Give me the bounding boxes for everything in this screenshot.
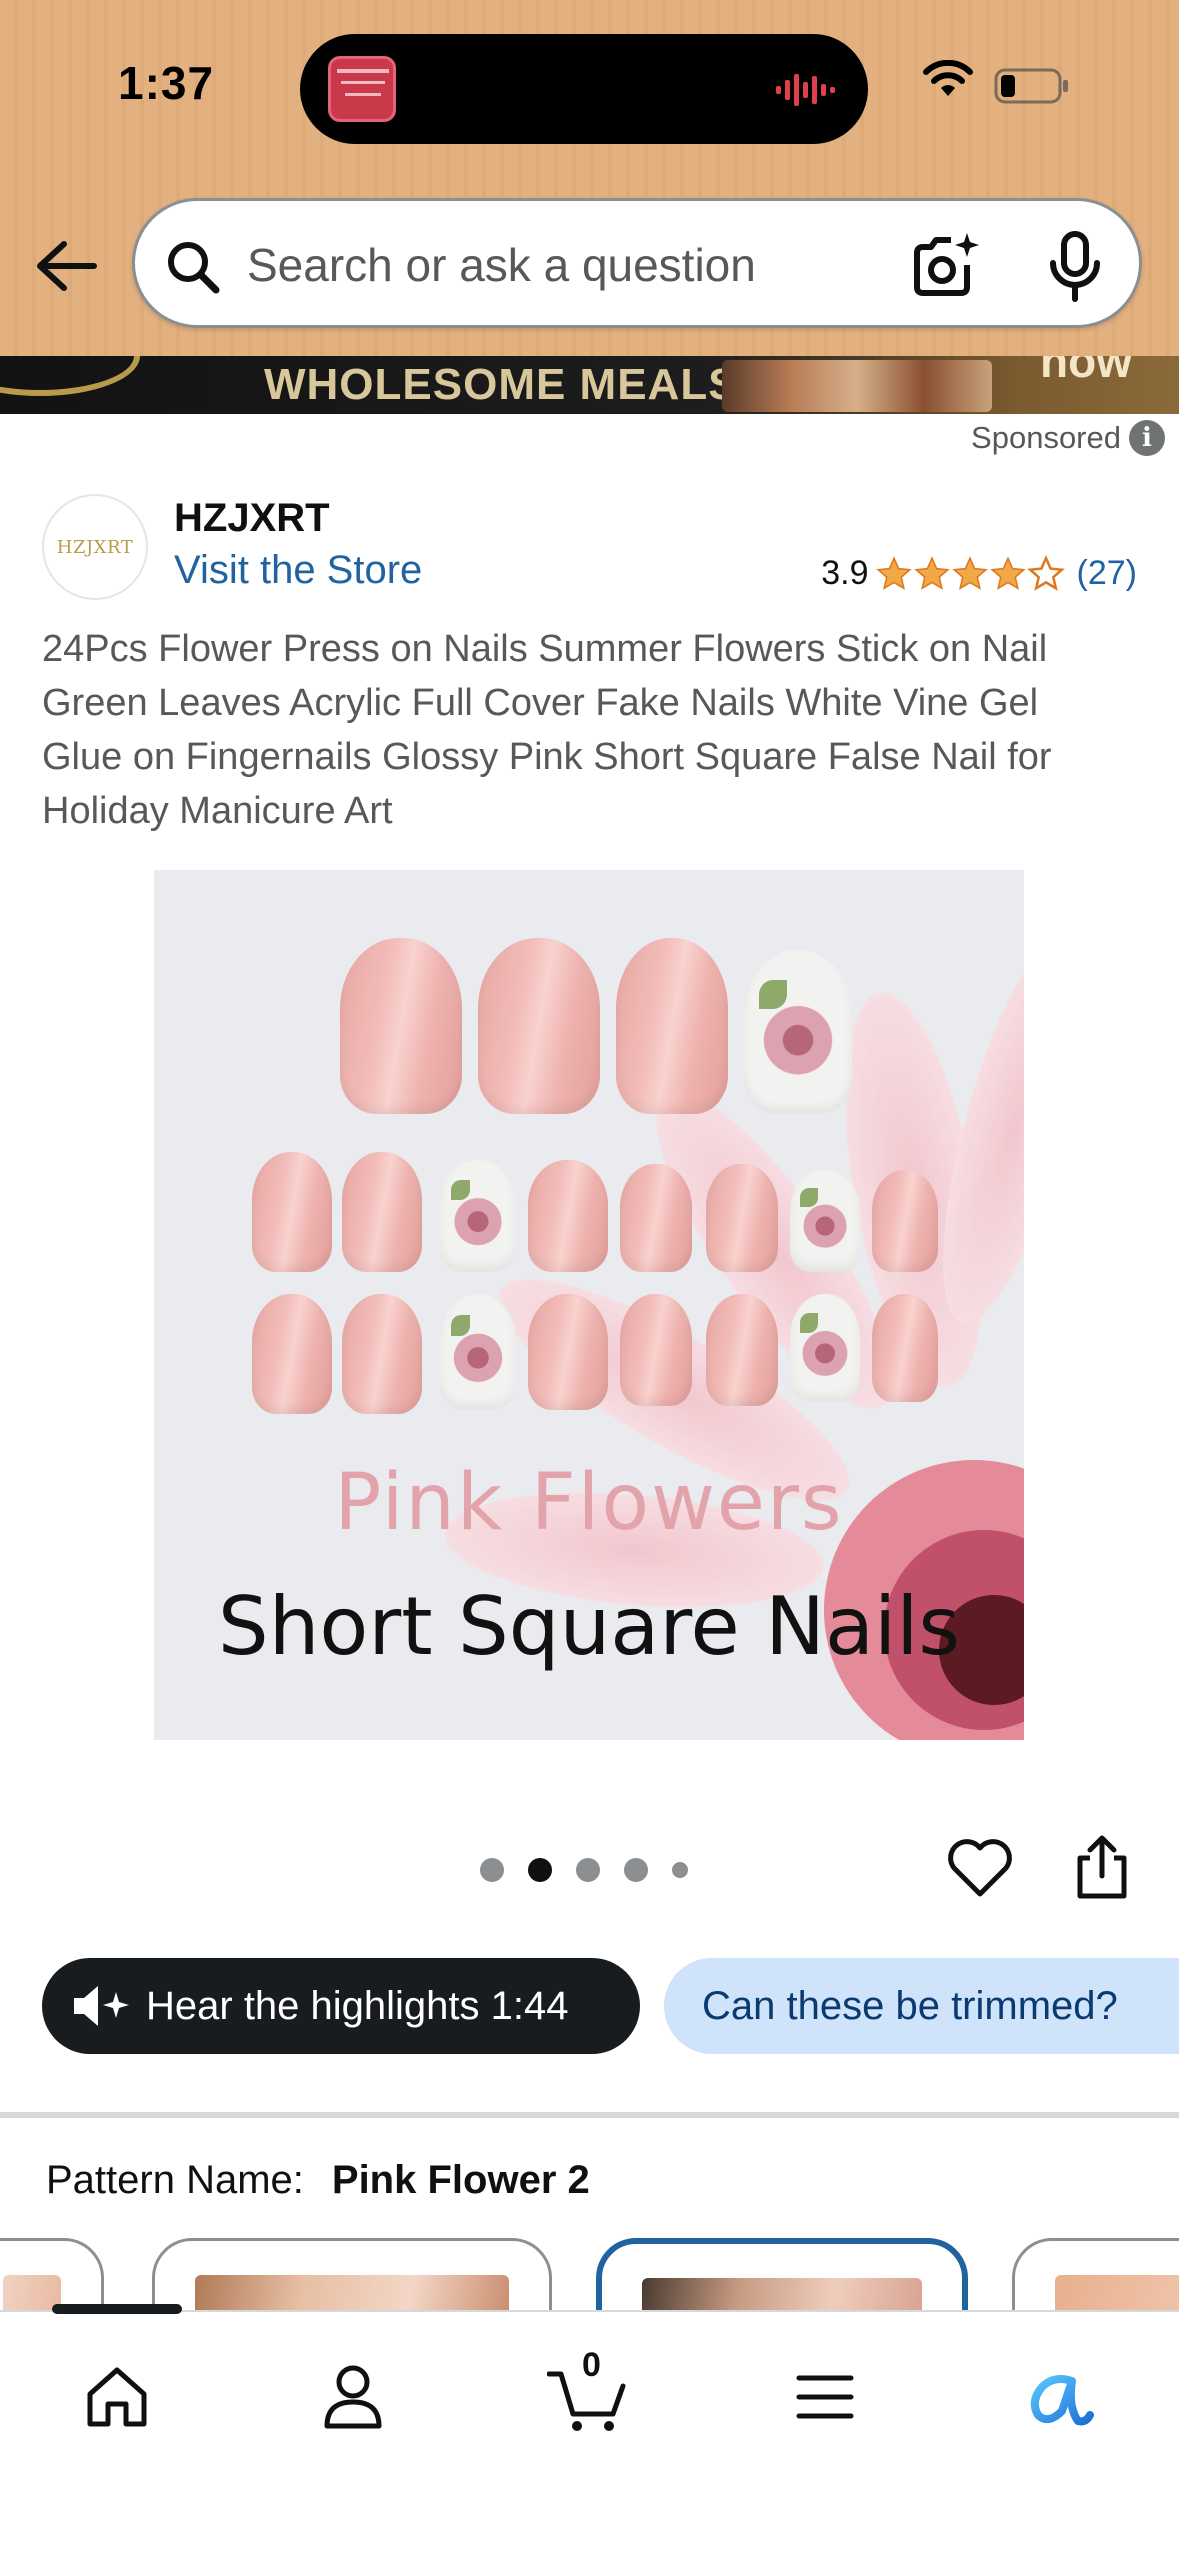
product-image[interactable]: Pink Flowers Short Square Nails xyxy=(154,870,1024,1740)
active-tab-indicator xyxy=(52,2304,182,2314)
nail-swatch-flower xyxy=(790,1294,860,1402)
nail-swatch xyxy=(342,1294,422,1414)
section-divider xyxy=(0,2112,1179,2118)
nail-swatch xyxy=(252,1152,332,1272)
status-bar: 1:37 xyxy=(0,0,1179,170)
pattern-swatch-selected[interactable] xyxy=(596,2238,968,2318)
store-logo-text: HZJXRT xyxy=(56,536,134,558)
carousel-dots[interactable] xyxy=(480,1858,688,1882)
image-caption-pink-flowers: Pink Flowers xyxy=(334,1458,844,1548)
nail-swatch-flower xyxy=(790,1170,860,1272)
brand-name: HZJXRT xyxy=(174,496,330,540)
wifi-icon xyxy=(923,60,973,96)
nail-swatch xyxy=(342,1152,422,1272)
nail-swatch-flower xyxy=(440,1160,516,1272)
heart-icon[interactable] xyxy=(946,1836,1014,1900)
nail-swatch xyxy=(620,1294,692,1406)
ad-food-image xyxy=(722,360,992,412)
star-rating xyxy=(875,554,1065,593)
carousel-dot[interactable] xyxy=(624,1858,648,1882)
ad-headline: WHOLESOME MEALS. xyxy=(264,360,752,409)
nav-cart[interactable]: 0 xyxy=(542,2346,632,2442)
menu-icon xyxy=(796,2375,854,2419)
hear-highlights-label: Hear the highlights 1:44 xyxy=(146,1983,569,2028)
product-title: 24Pcs Flower Press on Nails Summer Flowe… xyxy=(42,628,1052,832)
cart-count-badge: 0 xyxy=(582,2346,601,2384)
pattern-swatch[interactable] xyxy=(1012,2238,1179,2318)
search-icon xyxy=(168,242,220,294)
nail-swatch xyxy=(706,1294,778,1406)
home-icon xyxy=(87,2367,147,2427)
visit-store-link[interactable]: Visit the Store xyxy=(174,548,422,593)
dynamic-island[interactable] xyxy=(300,34,868,144)
search-input[interactable] xyxy=(247,231,887,299)
nail-swatch xyxy=(620,1164,692,1272)
back-arrow-icon[interactable] xyxy=(30,236,102,296)
nail-swatch xyxy=(252,1294,332,1414)
star-full-icon xyxy=(875,555,912,590)
carousel-dot[interactable] xyxy=(480,1858,504,1882)
suggested-question-label: Can these be trimmed? xyxy=(702,1983,1118,2028)
audio-waveform-icon xyxy=(776,74,835,106)
pattern-swatch[interactable] xyxy=(152,2238,552,2318)
sponsored-label[interactable]: Sponsored i xyxy=(971,420,1165,456)
rating-summary[interactable]: 3.9 (27) xyxy=(821,554,1137,593)
now-playing-artwork xyxy=(328,56,396,122)
microphone-icon[interactable] xyxy=(1047,231,1103,303)
star-full-icon xyxy=(913,555,950,590)
star-full-icon xyxy=(989,555,1026,590)
image-caption-short-square-nails: Short Square Nails xyxy=(217,1580,961,1673)
nail-swatch xyxy=(872,1294,938,1402)
ad-cta: now xyxy=(1040,356,1132,387)
sponsored-ad-banner[interactable]: WHOLESOME MEALS. now xyxy=(0,356,1179,414)
carousel-dot[interactable] xyxy=(672,1862,688,1878)
nav-home[interactable] xyxy=(72,2352,162,2442)
banner-logo-ring xyxy=(0,356,140,396)
header: 1:37 xyxy=(0,0,1179,356)
nav-menu[interactable] xyxy=(780,2352,870,2442)
bottom-navigation: 0 xyxy=(0,2304,1179,2556)
star-empty-icon xyxy=(1026,554,1065,591)
rating-count: (27) xyxy=(1076,554,1137,592)
status-time: 1:37 xyxy=(118,57,215,109)
nail-swatch xyxy=(478,938,600,1114)
nail-swatch xyxy=(872,1170,938,1272)
store-logo[interactable]: HZJXRT xyxy=(42,494,148,600)
carousel-dot[interactable] xyxy=(576,1858,600,1882)
search-box[interactable] xyxy=(132,198,1142,328)
star-full-icon xyxy=(951,555,988,590)
battery-icon xyxy=(994,68,1068,104)
nail-swatch xyxy=(616,938,728,1114)
carousel-dot-active[interactable] xyxy=(528,1858,552,1882)
nail-swatch-flower xyxy=(744,950,852,1114)
search-row xyxy=(0,196,1179,336)
hear-highlights-button[interactable]: Hear the highlights 1:44 xyxy=(42,1958,640,2054)
pattern-name-label: Pattern Name: xyxy=(46,2158,304,2202)
nav-rufus[interactable] xyxy=(1014,2352,1104,2442)
pattern-name-row: Pattern Name: Pink Flower 2 xyxy=(46,2158,590,2203)
account-icon xyxy=(324,2365,382,2429)
nail-swatch xyxy=(528,1160,608,1272)
speaker-sparkle-icon xyxy=(74,1986,129,2026)
suggested-question-chip[interactable]: Can these be trimmed? xyxy=(664,1958,1179,2054)
pattern-name-value: Pink Flower 2 xyxy=(331,2158,590,2202)
camera-lens-icon[interactable] xyxy=(911,231,981,301)
nail-swatch xyxy=(340,938,462,1114)
share-icon[interactable] xyxy=(1072,1832,1132,1902)
rating-value: 3.9 xyxy=(821,554,869,592)
nail-swatch xyxy=(706,1164,778,1272)
nail-swatch xyxy=(528,1294,608,1410)
info-icon: i xyxy=(1129,420,1165,456)
rufus-icon xyxy=(1030,2375,1094,2426)
nav-account[interactable] xyxy=(308,2352,398,2442)
nail-swatch-flower xyxy=(440,1294,516,1410)
sponsored-text: Sponsored xyxy=(971,420,1121,455)
